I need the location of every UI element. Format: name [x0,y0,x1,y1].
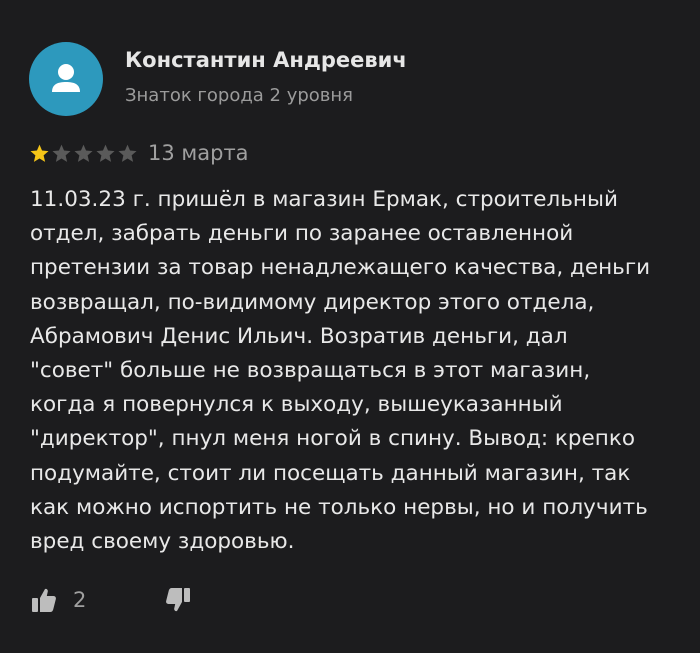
star-empty-icon [117,143,138,164]
user-silhouette-icon [52,64,80,92]
author-level: Знаток города 2 уровня [125,85,354,106]
review-date: 13 марта [148,141,249,165]
star-empty-icon [95,143,116,164]
thumbs-up-icon [32,588,56,612]
like-count: 2 [73,588,87,612]
dislike-button[interactable] [164,586,192,614]
thumbs-down-icon [166,588,191,612]
rating-row: 13 марта [29,141,249,165]
star-empty-icon [51,143,72,164]
avatar[interactable] [29,42,103,116]
review-actions: 2 [30,585,192,615]
star-empty-icon [73,143,94,164]
review-card: Константин Андреевич Знаток города 2 уро… [0,0,700,653]
star-filled-icon [29,143,50,164]
star-rating [29,143,138,164]
review-text: 11.03.23 г. пришёл в магазин Ермак, стро… [30,187,651,555]
author-name[interactable]: Константин Андреевич [125,48,407,72]
like-button[interactable]: 2 [30,586,86,614]
